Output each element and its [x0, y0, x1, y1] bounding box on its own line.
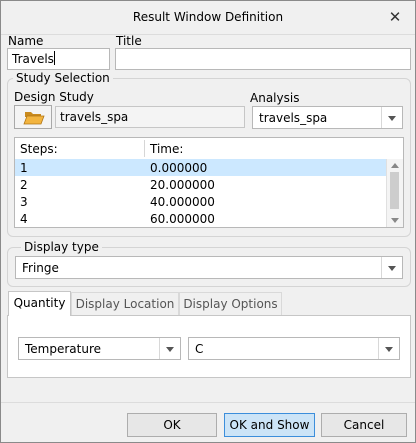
display-type-value: Fringe: [22, 261, 59, 275]
analysis-label: Analysis: [250, 91, 300, 105]
browse-design-study-button[interactable]: [14, 105, 52, 129]
tab-display-location[interactable]: Display Location: [71, 292, 179, 315]
display-type-title: Display type: [21, 240, 102, 254]
chevron-down-icon: [378, 338, 399, 359]
chevron-down-icon: [381, 257, 402, 278]
window-title: Result Window Definition: [132, 10, 284, 24]
chevron-down-icon: [381, 107, 402, 128]
chevron-down-icon: [159, 338, 180, 359]
text-cursor: [53, 51, 55, 65]
scroll-up-icon[interactable]: [391, 163, 399, 168]
scrollbar-thumb[interactable]: [390, 172, 399, 209]
scroll-down-icon[interactable]: [391, 218, 399, 223]
table-row[interactable]: 1 0.000000: [15, 159, 387, 176]
steps-table: Steps: Time: 1 0.000000 2 20.000000 3 40…: [14, 137, 404, 228]
cancel-button[interactable]: Cancel: [321, 413, 407, 437]
result-window-dialog: Result Window Definition ✕ Name Title Tr…: [0, 0, 416, 443]
display-type-dropdown[interactable]: Fringe: [15, 256, 403, 279]
column-divider: [144, 140, 145, 157]
folder-open-icon: [23, 112, 45, 125]
quantity-dropdown[interactable]: Temperature: [18, 337, 181, 360]
name-field[interactable]: Travels: [7, 48, 110, 70]
ok-and-show-button[interactable]: OK and Show: [224, 413, 315, 437]
step-cell: 1: [20, 161, 28, 175]
analysis-value: travels_spa: [259, 111, 328, 125]
ok-button[interactable]: OK: [127, 413, 217, 437]
time-cell: 20.000000: [150, 178, 215, 192]
table-scrollbar[interactable]: [386, 159, 403, 227]
title-label: Title: [116, 34, 142, 48]
step-cell: 4: [20, 212, 28, 226]
title-bar: Result Window Definition ✕: [1, 1, 415, 35]
footer-divider: [1, 402, 415, 403]
time-cell: 40.000000: [150, 195, 215, 209]
table-row[interactable]: 2 20.000000: [15, 176, 387, 193]
quantity-value: Temperature: [25, 342, 102, 356]
close-icon[interactable]: ✕: [385, 7, 405, 27]
analysis-dropdown[interactable]: travels_spa: [252, 106, 403, 129]
time-cell: 60.000000: [150, 212, 215, 226]
table-row[interactable]: 3 40.000000: [15, 193, 387, 210]
name-label: Name: [8, 34, 44, 48]
tab-quantity[interactable]: Quantity: [8, 291, 71, 316]
design-study-label: Design Study: [14, 90, 94, 104]
title-field[interactable]: [115, 48, 411, 70]
design-study-field: travels_spa: [55, 106, 245, 128]
tab-display-options[interactable]: Display Options: [179, 292, 282, 315]
quantity-tab-panel: Temperature C: [7, 315, 411, 378]
time-cell: 0.000000: [150, 161, 208, 175]
step-cell: 3: [20, 195, 28, 209]
table-row[interactable]: 4 60.000000: [15, 210, 387, 227]
steps-column-header: Steps:: [20, 142, 58, 156]
name-value: Travels: [12, 52, 54, 66]
time-column-header: Time:: [150, 142, 184, 156]
table-header: Steps: Time:: [15, 138, 387, 160]
study-selection-title: Study Selection: [13, 71, 113, 85]
step-cell: 2: [20, 178, 28, 192]
unit-dropdown[interactable]: C: [188, 337, 400, 360]
unit-value: C: [195, 342, 204, 356]
